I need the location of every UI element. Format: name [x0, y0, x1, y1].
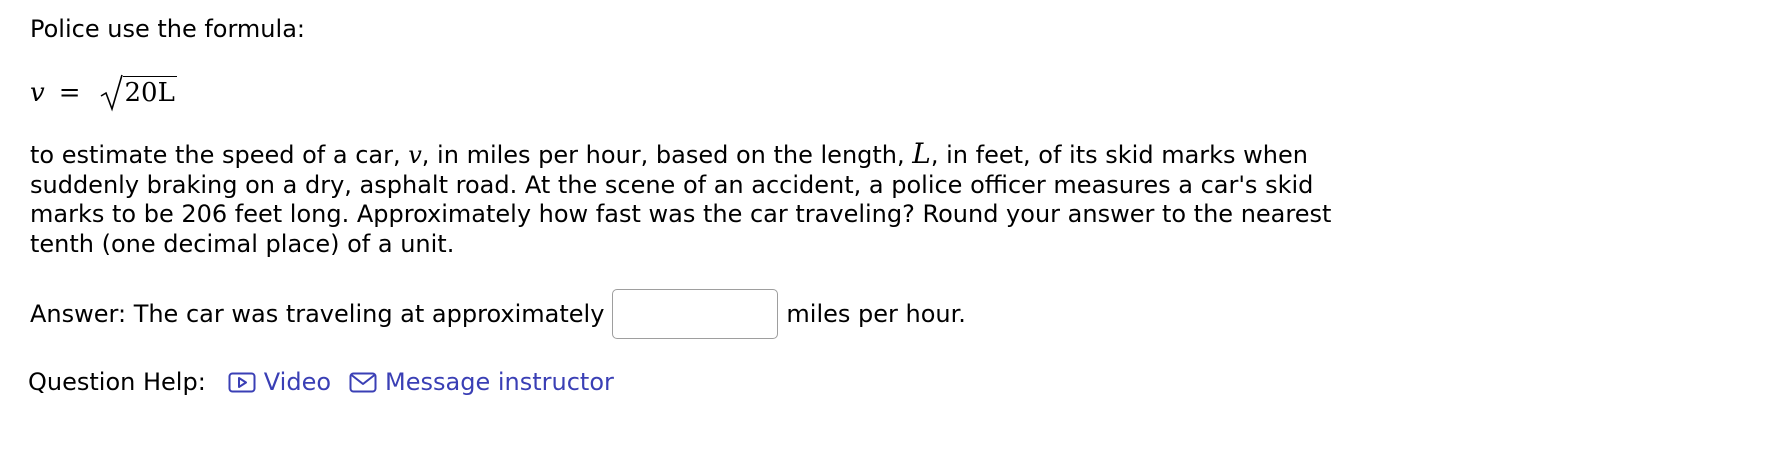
answer-suffix: miles per hour.: [786, 300, 966, 328]
question-help-label: Question Help:: [28, 368, 206, 396]
answer-prefix: Answer: The car was traveling at approxi…: [30, 300, 605, 328]
formula-equals-sign: =: [58, 78, 81, 108]
problem-text: , in feet, of its skid marks when: [930, 141, 1308, 169]
problem-text: , in miles per hour, based on the length…: [421, 141, 913, 169]
message-instructor-link[interactable]: Message instructor: [349, 368, 614, 396]
square-root: 20L: [99, 74, 177, 112]
formula-intro: Police use the formula:: [30, 15, 305, 43]
message-instructor-label: Message instructor: [385, 368, 614, 396]
answer-input[interactable]: [612, 289, 779, 339]
video-link[interactable]: Video: [228, 368, 331, 396]
problem-text: to estimate the speed of a car,: [30, 141, 409, 169]
formula-lhs-variable: v: [30, 78, 45, 108]
formula-radicand: 20L: [122, 75, 177, 108]
problem-line-3: marks to be 206 feet long. Approximately…: [30, 200, 1332, 228]
problem-statement: to estimate the speed of a car, v, in mi…: [30, 139, 1331, 259]
answer-row: Answer: The car was traveling at approxi…: [30, 287, 966, 341]
problem-line-2: suddenly braking on a dry, asphalt road.…: [30, 170, 1314, 199]
inline-variable-L: L: [912, 137, 931, 170]
problem-line-4: tenth (one decimal place) of a unit.: [30, 229, 455, 258]
inline-variable-v: v: [408, 141, 422, 169]
video-link-label: Video: [263, 368, 332, 396]
envelope-icon: [349, 372, 377, 393]
question-help: Question Help: Video Message instructor: [28, 364, 632, 400]
formula: v = 20L: [30, 73, 177, 113]
problem-line-1: to estimate the speed of a car, v, in mi…: [30, 139, 1331, 171]
video-play-icon: [228, 372, 256, 393]
square-root-sign-icon: [100, 74, 123, 112]
